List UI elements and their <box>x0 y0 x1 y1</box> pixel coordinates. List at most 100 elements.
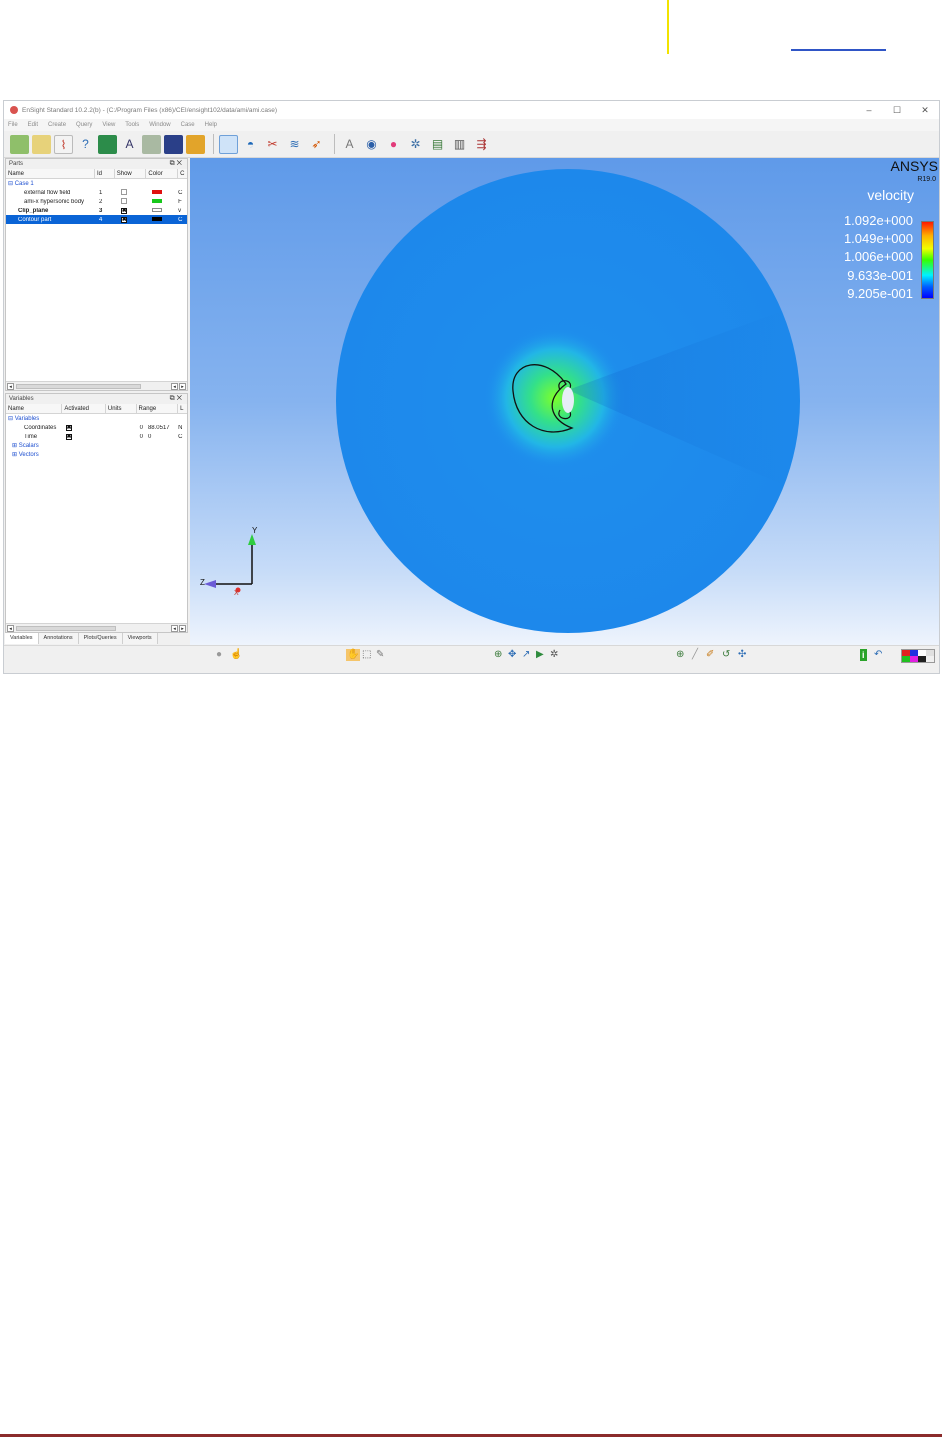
color-palette-icon[interactable]: ● <box>384 135 403 154</box>
minimize-button[interactable]: – <box>855 105 883 115</box>
close-button[interactable]: ✕ <box>911 105 939 116</box>
col-id[interactable]: Id <box>95 169 115 178</box>
color-palette-icon[interactable] <box>901 649 935 663</box>
arrow-annotation-icon[interactable]: ⇶ <box>472 135 491 154</box>
variables-horizontal-scrollbar[interactable]: ◂ ◂ ▸ <box>6 623 187 632</box>
scroll-right-icon[interactable]: ▸ <box>179 383 186 390</box>
tab-annotations[interactable]: Annotations <box>38 633 79 644</box>
graphics-viewport[interactable]: Y Z X ANSYS R19.0 velocity 1.092e+000 1.… <box>190 158 939 645</box>
tab-viewports[interactable]: Viewports <box>122 633 158 644</box>
box-select-icon[interactable]: ⬚ <box>362 649 371 661</box>
legend-value: 9.633e-001 <box>847 268 913 283</box>
scroll-right-icon[interactable]: ▸ <box>179 625 186 632</box>
activated-checkbox[interactable]: ✖ <box>65 433 72 440</box>
color-swatch[interactable] <box>152 216 163 221</box>
parts-horizontal-scrollbar[interactable]: ◂ ◂ ▸ <box>6 381 187 390</box>
col-show[interactable]: Show <box>115 169 147 178</box>
legend-colorbar[interactable] <box>921 221 934 299</box>
parts-row[interactable]: ami-x hypersonic body 2 F <box>6 197 187 206</box>
isosurface-icon[interactable]: ◓ <box>241 135 260 154</box>
color-swatch[interactable] <box>152 189 163 194</box>
zoom-in-icon[interactable]: ⊕ <box>676 649 684 661</box>
col-name[interactable]: Name <box>6 169 95 178</box>
variables-group-row[interactable]: ⊟ Variables <box>6 414 187 423</box>
col-extra[interactable]: C <box>178 169 187 178</box>
col-units[interactable]: Units <box>106 404 137 413</box>
show-checkbox[interactable]: ✖ <box>120 207 127 214</box>
scroll-left-icon[interactable]: ◂ <box>171 625 178 632</box>
menu-window[interactable]: Window <box>149 122 170 128</box>
label-icon[interactable]: A <box>340 135 359 154</box>
tab-variables[interactable]: Variables <box>5 633 39 644</box>
scroll-left-icon[interactable]: ◂ <box>7 625 14 632</box>
text-annotation-icon[interactable]: A <box>120 135 139 154</box>
parts-row-selected[interactable]: Contour part 4 ✖ C <box>6 215 187 224</box>
tab-plots-queries[interactable]: Plots/Queries <box>78 633 123 644</box>
pointer-hand-icon[interactable]: ☝ <box>230 649 242 661</box>
variable-row[interactable]: Time ✖ 0 0 C <box>6 432 187 441</box>
save-state-icon[interactable] <box>186 134 205 154</box>
axis-label-z: Z <box>200 578 205 587</box>
menu-create[interactable]: Create <box>48 122 66 128</box>
play-icon[interactable]: ▶ <box>536 649 544 661</box>
col-activated[interactable]: Activated <box>62 404 106 413</box>
select-mode-icon[interactable]: ✋ <box>346 649 361 661</box>
activated-checkbox[interactable]: ✖ <box>65 424 72 431</box>
maximize-button[interactable]: ☐ <box>883 105 911 116</box>
parts-icon[interactable] <box>10 134 29 154</box>
clip-icon[interactable]: ✂ <box>263 135 282 154</box>
scroll-left-icon[interactable]: ◂ <box>171 383 178 390</box>
axis-triad-icon[interactable]: ✲ <box>406 135 425 154</box>
variables-group-row[interactable]: ⊞ Scalars <box>6 441 187 450</box>
parts-row[interactable]: Clip_plane 3 ✖ v <box>6 206 187 215</box>
col-range[interactable]: Range <box>137 404 179 413</box>
menu-file[interactable]: File <box>8 122 18 128</box>
book-icon[interactable] <box>142 134 161 154</box>
variables-icon[interactable] <box>98 134 117 154</box>
menu-help[interactable]: Help <box>205 122 217 128</box>
col-color[interactable]: Color <box>146 169 179 178</box>
tools-icon[interactable]: ✲ <box>550 649 558 661</box>
color-swatch[interactable] <box>152 207 163 212</box>
menu-query[interactable]: Query <box>76 122 92 128</box>
legend-icon[interactable]: ▤ <box>428 135 447 154</box>
query-icon[interactable]: ? <box>76 135 95 154</box>
table-icon[interactable] <box>32 134 51 154</box>
contour-icon[interactable] <box>219 134 238 154</box>
separator-icon: ╱ <box>692 649 699 660</box>
panel-float-close-icons[interactable]: ⧉✕ <box>170 160 184 168</box>
pick-icon[interactable]: ✐ <box>706 649 714 661</box>
vector-arrows-icon[interactable]: ➶ <box>307 135 326 154</box>
streamline-icon[interactable]: ≋ <box>285 135 304 154</box>
menu-edit[interactable]: Edit <box>28 122 38 128</box>
rotate-view-icon[interactable]: ↺ <box>722 649 730 661</box>
axis-view-icon[interactable]: ✣ <box>738 649 746 661</box>
flipbook-icon[interactable] <box>164 134 183 154</box>
col-extra[interactable]: L <box>178 404 187 413</box>
logo-icon[interactable]: ▥ <box>450 135 469 154</box>
menu-case[interactable]: Case <box>181 122 195 128</box>
zoom-fit-icon[interactable]: ⊕ <box>494 649 502 661</box>
eye-icon[interactable]: ◉ <box>362 135 381 154</box>
show-checkbox[interactable] <box>120 188 127 195</box>
col-name[interactable]: Name <box>6 404 63 413</box>
panel-float-close-icons[interactable]: ⧉✕ <box>170 395 184 403</box>
color-swatch[interactable] <box>152 198 163 203</box>
scroll-left-icon[interactable]: ◂ <box>7 383 14 390</box>
menu-tools[interactable]: Tools <box>125 122 139 128</box>
variables-group-row[interactable]: ⊞ Vectors <box>6 450 187 459</box>
parts-row-case[interactable]: ⊟ Case 1 <box>6 179 187 188</box>
variable-row[interactable]: Coordinates ✖ 0 88.0517 N <box>6 423 187 432</box>
info-icon[interactable]: i <box>860 649 867 661</box>
rotate-icon[interactable]: ✥ <box>508 649 516 661</box>
show-checkbox[interactable] <box>120 197 127 204</box>
menu-view[interactable]: View <box>102 122 115 128</box>
axis-label-x: X <box>234 590 239 597</box>
probe-icon[interactable]: ✎ <box>376 649 384 661</box>
record-icon[interactable]: ● <box>216 649 222 661</box>
undo-icon[interactable]: ↶ <box>874 649 882 661</box>
parts-row[interactable]: external flow field 1 C <box>6 188 187 197</box>
translate-icon[interactable]: ↗ <box>522 649 530 661</box>
plot-icon[interactable]: ⌇ <box>54 134 73 154</box>
show-checkbox[interactable]: ✖ <box>120 216 127 223</box>
